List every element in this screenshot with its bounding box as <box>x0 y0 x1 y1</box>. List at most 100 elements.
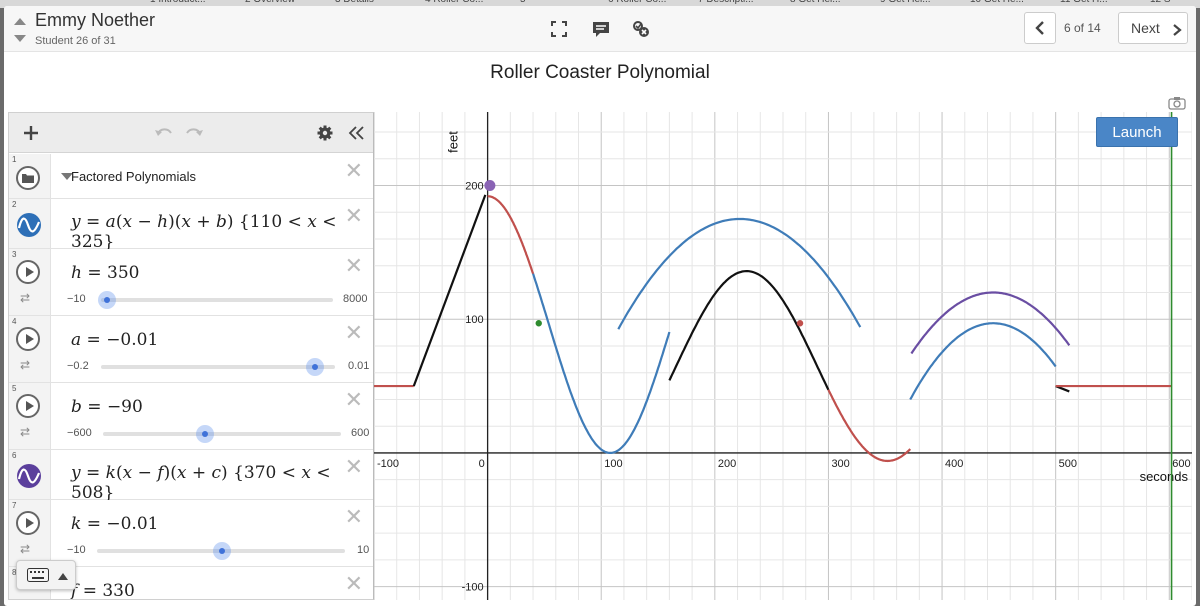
slider-label-b[interactable]: b = −90 <box>71 397 143 417</box>
x-tick-label: -100 <box>377 458 399 470</box>
expression-row-b[interactable]: 5 ⇄ b = −90 −600 600 ✕ <box>9 383 373 450</box>
delete-icon[interactable]: ✕ <box>345 506 363 528</box>
student-header: Emmy Noether Student 26 of 31 6 of 14 Ne… <box>4 6 1196 52</box>
red-curve-valley <box>827 389 912 463</box>
slider-label-f[interactable]: f = 330 <box>71 581 135 599</box>
graph-style-icon[interactable] <box>16 212 42 238</box>
add-item-icon[interactable] <box>23 125 39 141</box>
launch-button[interactable]: Launch <box>1096 117 1178 147</box>
slider-thumb[interactable] <box>196 425 214 443</box>
expression-formula[interactable]: y = k(x − f)(x + c) {370 < x < 508} <box>71 463 373 503</box>
loop-icon[interactable]: ⇄ <box>20 358 30 372</box>
slider-thumb[interactable] <box>306 358 324 376</box>
graph-style-icon[interactable] <box>16 463 42 489</box>
settings-gear-icon[interactable] <box>317 125 333 141</box>
previous-screen-button[interactable] <box>1024 12 1056 44</box>
expression-row-6[interactable]: 6 y = k(x − f)(x + c) {370 < x < 508} ✕ <box>9 450 373 503</box>
expression-list: 1 Factored Polynomials ✕ 2 y = a(x − h)(… <box>8 112 374 600</box>
x-tick-label: 100 <box>604 458 622 470</box>
slider-label-a[interactable]: a = −0.01 <box>71 330 158 350</box>
loop-icon[interactable]: ⇄ <box>20 542 30 556</box>
keyboard-icon <box>27 568 49 582</box>
y-tick-label: 100 <box>465 314 483 326</box>
expression-row-a[interactable]: 4 ⇄ a = −0.01 −0.2 0.01 ✕ <box>9 316 373 383</box>
expression-row-h[interactable]: 3 ⇄ h = 350 −10 8000 ✕ <box>9 249 373 316</box>
track-ramp <box>412 194 487 387</box>
x-tick-label: 500 <box>1059 458 1077 470</box>
delete-icon[interactable]: ✕ <box>345 389 363 411</box>
slider-label-h[interactable]: h = 350 <box>71 263 139 283</box>
slider-label-k[interactable]: k = −0.01 <box>71 514 158 534</box>
folder-toggle[interactable] <box>16 166 40 190</box>
slider-max[interactable]: 0.01 <box>348 360 369 372</box>
x-axis-label: seconds <box>1140 469 1189 484</box>
slider-max[interactable]: 600 <box>351 427 369 439</box>
chevron-left-icon <box>1035 21 1044 35</box>
y-axis-label: feet <box>446 131 461 153</box>
expression-formula[interactable]: y = a(x − h)(x + b) {110 < x < 325} <box>71 212 373 252</box>
page-title: Roller Coaster Polynomial <box>490 62 710 83</box>
row-number: 4 <box>12 317 17 326</box>
y-tick-label: 200 <box>465 181 483 193</box>
play-icon <box>26 401 34 411</box>
folder-title[interactable]: Factored Polynomials <box>71 169 196 184</box>
slider-track[interactable] <box>103 432 341 436</box>
x-tick-label: 0 <box>479 458 485 470</box>
student-name: Emmy Noether <box>35 10 156 30</box>
expression-row-folder[interactable]: 1 Factored Polynomials ✕ <box>9 154 373 199</box>
red-point <box>796 320 804 327</box>
camera-icon[interactable] <box>1168 96 1186 110</box>
green-point <box>535 320 542 327</box>
undo-icon[interactable] <box>154 125 174 141</box>
slider-thumb[interactable] <box>213 542 231 560</box>
row-number: 7 <box>12 501 17 510</box>
expression-toolbar <box>9 113 373 153</box>
keyboard-toggle[interactable] <box>16 560 76 590</box>
expression-row-2[interactable]: 2 y = a(x − h)(x + b) {110 < x < 325} ✕ <box>9 199 373 252</box>
previous-student-icon[interactable] <box>14 18 26 25</box>
slider-min[interactable]: −10 <box>67 293 86 305</box>
play-slider-button[interactable] <box>16 327 40 351</box>
play-icon <box>26 334 34 344</box>
play-slider-button[interactable] <box>16 394 40 418</box>
slider-max[interactable]: 8000 <box>343 293 367 305</box>
slider-min[interactable]: −600 <box>67 427 92 439</box>
loop-icon[interactable]: ⇄ <box>20 291 30 305</box>
row-number: 2 <box>12 200 17 209</box>
chevron-right-icon <box>1173 24 1182 36</box>
next-student-icon[interactable] <box>14 35 26 42</box>
delete-icon[interactable]: ✕ <box>345 322 363 344</box>
x-tick-label: 200 <box>718 458 736 470</box>
delete-icon[interactable]: ✕ <box>345 160 363 182</box>
expression-row-k[interactable]: 7 ⇄ k = −0.01 −10 10 ✕ <box>9 500 373 567</box>
slider-track[interactable] <box>101 365 335 369</box>
slider-thumb[interactable] <box>98 291 116 309</box>
fullscreen-icon[interactable] <box>548 18 570 40</box>
hide-correctness-icon[interactable] <box>630 18 652 40</box>
play-icon <box>26 267 34 277</box>
comment-icon[interactable] <box>590 18 612 40</box>
slider-max[interactable]: 10 <box>357 544 369 556</box>
play-slider-button[interactable] <box>16 260 40 284</box>
loop-icon[interactable]: ⇄ <box>20 425 30 439</box>
purple-point <box>484 180 496 192</box>
blue-curve-small-hill <box>909 322 1057 401</box>
student-count: Student 26 of 31 <box>35 35 116 47</box>
delete-icon[interactable]: ✕ <box>345 573 363 595</box>
row-number: 5 <box>12 384 17 393</box>
screen-indicator: 6 of 14 <box>1064 21 1101 35</box>
graph-paper[interactable]: -100 0 100 200 300 400 500 600200100-100feetsec… <box>374 112 1192 600</box>
delete-icon[interactable]: ✕ <box>345 456 363 478</box>
play-slider-button[interactable] <box>16 511 40 535</box>
slider-min[interactable]: −0.2 <box>67 360 89 372</box>
delete-icon[interactable]: ✕ <box>345 255 363 277</box>
redo-icon[interactable] <box>184 125 204 141</box>
blue-curve-hill <box>617 217 862 330</box>
delete-icon[interactable]: ✕ <box>345 205 363 227</box>
next-screen-button[interactable]: Next <box>1118 12 1188 44</box>
black-curve-hill <box>668 270 830 391</box>
slider-min[interactable]: −10 <box>67 544 86 556</box>
row-number: 1 <box>12 155 17 164</box>
collapse-list-icon[interactable] <box>347 125 365 141</box>
slider-track[interactable] <box>101 298 333 302</box>
